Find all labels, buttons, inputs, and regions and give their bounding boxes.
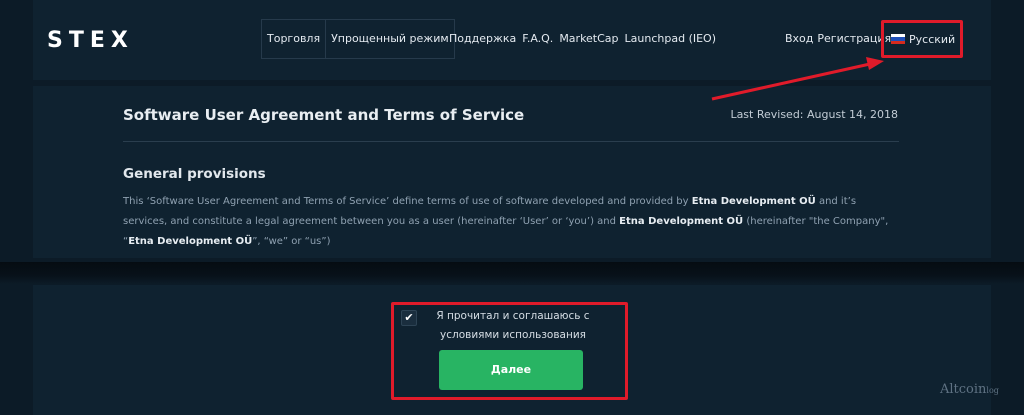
para-text: This ‘Software User Agreement and Terms … bbox=[123, 196, 692, 207]
nav-simple-mode[interactable]: Упрощенный режим bbox=[326, 20, 454, 58]
login-link[interactable]: Вход bbox=[783, 19, 815, 59]
document-divider bbox=[123, 141, 899, 142]
watermark: Altcoinlog bbox=[940, 382, 999, 397]
agreement-document: Software User Agreement and Terms of Ser… bbox=[33, 86, 991, 258]
language-highlight-box bbox=[881, 20, 963, 58]
top-header: STEX Торговля Упрощенный режим Поддержка… bbox=[33, 0, 991, 80]
watermark-suffix: log bbox=[986, 386, 999, 395]
stex-logo[interactable]: STEX bbox=[47, 28, 134, 53]
section-title: General provisions bbox=[123, 166, 266, 182]
company-name: Etna Development OÜ bbox=[619, 216, 744, 227]
shadow-separator bbox=[0, 262, 1024, 284]
auth-links: Вход Регистрация bbox=[783, 19, 893, 59]
nav-faq[interactable]: F.A.Q. bbox=[519, 19, 556, 59]
watermark-main: Altcoin bbox=[940, 382, 987, 397]
nav-launchpad[interactable]: Launchpad (IEO) bbox=[622, 19, 719, 59]
company-name: Etna Development OÜ bbox=[691, 196, 816, 207]
document-title: Software User Agreement and Terms of Ser… bbox=[123, 106, 525, 124]
nav-boxed-group: Торговля Упрощенный режим bbox=[261, 19, 455, 59]
agreement-highlight-box bbox=[391, 302, 628, 400]
nav-marketcap[interactable]: MarketCap bbox=[556, 19, 621, 59]
last-revised-date: Last Revised: August 14, 2018 bbox=[730, 108, 898, 121]
nav-trading[interactable]: Торговля bbox=[262, 20, 327, 58]
section-paragraph: This ‘Software User Agreement and Terms … bbox=[123, 192, 899, 252]
company-name: Etna Development OÜ bbox=[128, 236, 253, 247]
nav-plain-group: Поддержка F.A.Q. MarketCap Launchpad (IE… bbox=[446, 19, 719, 59]
nav-support[interactable]: Поддержка bbox=[446, 19, 519, 59]
para-text: ”, “we” or “us”) bbox=[252, 236, 331, 247]
